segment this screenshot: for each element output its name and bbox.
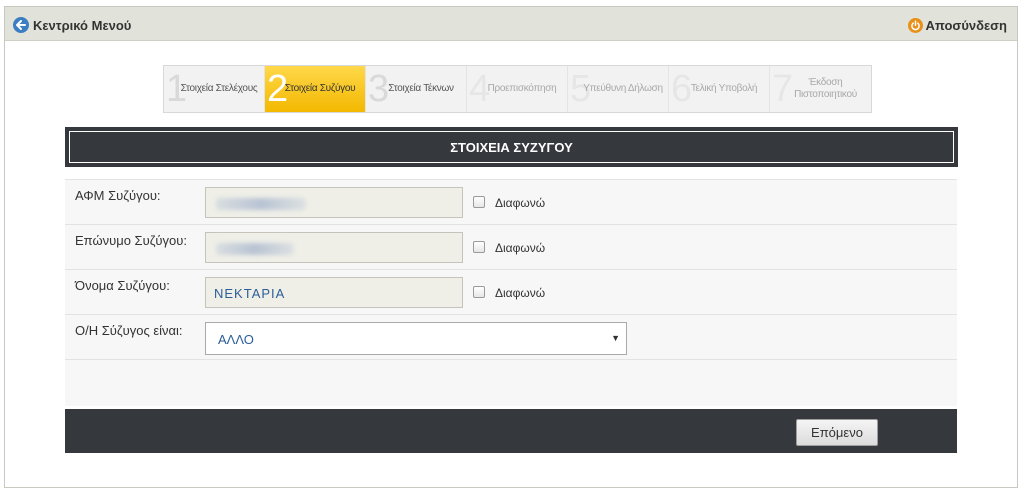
name-disagree-label: Διαφωνώ <box>495 286 546 300</box>
afm-field[interactable] <box>205 187 463 218</box>
spacer-row <box>65 359 957 406</box>
spouse-form: ΑΦΜ Συζύγου: Διαφωνώ Επώνυμο Συζύγου: Δι… <box>65 179 957 406</box>
name-field[interactable]: ΝΕΚΤΑΡΙΑ <box>205 277 463 308</box>
main-menu-label: Κεντρικό Μενού <box>33 17 132 33</box>
step-children-details[interactable]: 3 Στοιχεία Τέκνων <box>366 66 467 112</box>
spouse-type-select[interactable]: ΑΛΛΟ ▼ <box>205 322 627 355</box>
afm-label: ΑΦΜ Συζύγου: <box>75 188 161 203</box>
logout-label: Αποσύνδεση <box>925 17 1008 33</box>
step-officer-details[interactable]: 1 Στοιχεία Στελέχους <box>164 66 265 112</box>
name-disagree-checkbox[interactable] <box>473 286 485 298</box>
redacted-value <box>216 243 294 255</box>
name-label: Όνομα Συζύγου: <box>75 278 170 293</box>
step-label: Υπεύθυνη Δήλωση <box>583 83 663 94</box>
step-label: Στοιχεία Τέκνων <box>388 83 454 94</box>
step-spouse-details[interactable]: 2 Στοιχεία Συζύγου <box>265 66 366 112</box>
section-header: ΣΤΟΙΧΕΙΑ ΣΥΖΥΓΟΥ <box>65 127 958 167</box>
top-bar: Κεντρικό Μενού Αποσύνδεση <box>5 7 1017 41</box>
step-label: Έκδοση Πιστοποιητικού <box>794 77 857 100</box>
wizard-steps: 1 Στοιχεία Στελέχους 2 Στοιχεία Συζύγου … <box>163 65 872 113</box>
surname-row: Επώνυμο Συζύγου: Διαφωνώ <box>65 224 957 269</box>
step-label: Τελική Υποβολή <box>690 83 758 94</box>
afm-row: ΑΦΜ Συζύγου: Διαφωνώ <box>65 179 957 224</box>
redacted-value <box>216 198 306 210</box>
surname-disagree-checkbox[interactable] <box>473 241 485 253</box>
footer-bar: Επόμενο <box>65 409 957 453</box>
afm-disagree-checkbox[interactable] <box>473 196 485 208</box>
step-label: Στοιχεία Στελέχους <box>180 83 258 94</box>
surname-label: Επώνυμο Συζύγου: <box>75 233 187 248</box>
power-icon <box>907 17 923 33</box>
step-declaration[interactable]: 5 Υπεύθυνη Δήλωση <box>568 66 669 112</box>
step-final-submission[interactable]: 6 Τελική Υποβολή <box>669 66 770 112</box>
spouse-type-row: Ο/Η Σύζυγος είναι: ΑΛΛΟ ▼ <box>65 314 957 359</box>
spouse-type-label: Ο/Η Σύζυγος είναι: <box>75 323 183 338</box>
afm-disagree-label: Διαφωνώ <box>495 196 546 210</box>
main-menu-button[interactable]: Κεντρικό Μενού <box>13 16 131 34</box>
surname-field[interactable] <box>205 232 463 263</box>
step-label: Προεπισκόπηση <box>487 83 557 94</box>
next-button[interactable]: Επόμενο <box>796 419 878 446</box>
back-arrow-icon <box>13 17 29 33</box>
app-frame: Κεντρικό Μενού Αποσύνδεση 1 Στοιχεία Στε… <box>4 6 1018 488</box>
dropdown-caret-icon: ▼ <box>611 333 620 343</box>
step-label: Στοιχεία Συζύγου <box>284 83 356 94</box>
step-certificate-issue[interactable]: 7 Έκδοση Πιστοποιητικού <box>770 66 871 112</box>
surname-disagree-label: Διαφωνώ <box>495 241 546 255</box>
spouse-type-value: ΑΛΛΟ <box>218 332 254 347</box>
section-title: ΣΤΟΙΧΕΙΑ ΣΥΖΥΓΟΥ <box>450 139 573 155</box>
logout-button[interactable]: Αποσύνδεση <box>907 16 1008 34</box>
step-preview[interactable]: 4 Προεπισκόπηση <box>467 66 568 112</box>
name-row: Όνομα Συζύγου: ΝΕΚΤΑΡΙΑ Διαφωνώ <box>65 269 957 314</box>
